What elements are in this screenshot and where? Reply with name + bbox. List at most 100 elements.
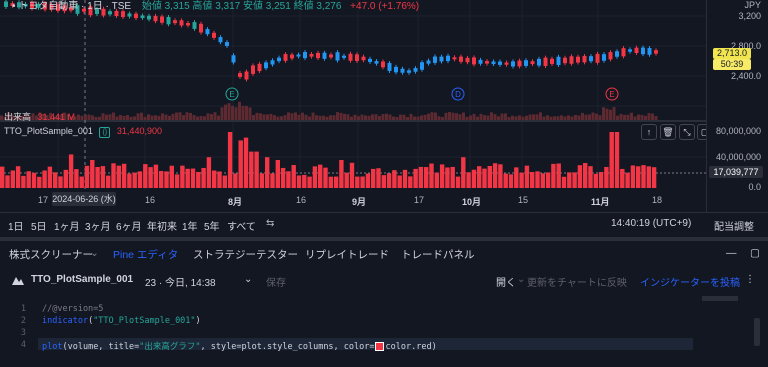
indicator-legend[interactable]: TTO_PlotSample_001 {} 31,440,900 [4, 126, 162, 138]
line-number: 3 [20, 328, 26, 338]
indicator-column [21, 175, 26, 188]
volume-bar [528, 114, 532, 120]
chart-area[interactable]: E D E • トヨタ自動車 · 1日 · TSE 始値 3,315 高値 3,31… [0, 0, 768, 212]
range-ytd[interactable]: 年初来 [147, 218, 177, 233]
volume-legend-label: 出来高 [4, 112, 32, 122]
volume-bar [290, 113, 294, 120]
minimap[interactable] [702, 296, 738, 301]
indicator-column [545, 172, 551, 188]
indicator-column [365, 173, 371, 188]
indicator-column [233, 173, 238, 188]
volume-bar [392, 116, 395, 120]
range-1m[interactable]: 1ヶ月 [54, 218, 80, 233]
plot-color: color.red [385, 342, 432, 352]
color-swatch-icon[interactable] [374, 342, 384, 351]
indicator-name: TTO_PlotSample_001 [4, 126, 93, 136]
range-6m[interactable]: 6ヶ月 [116, 218, 142, 233]
volume-bar [84, 114, 87, 120]
collapse-icon[interactable]: ⤡ [679, 124, 695, 140]
chevron-down-icon[interactable]: ⌄ [517, 274, 525, 285]
braces-icon[interactable]: {} [99, 127, 111, 138]
volume-bar [483, 115, 486, 120]
minimize-icon[interactable]: — [726, 247, 737, 259]
code-line-2[interactable]: indicator("TTO_PlotSample_001") [42, 316, 201, 326]
clock-time[interactable]: 14:40:19 (UTC+9) [611, 218, 691, 229]
chart-canvas[interactable]: EDE [0, 0, 768, 212]
move-up-icon[interactable]: ↑ [641, 124, 657, 140]
volume-bar [105, 114, 108, 120]
indicator-column [302, 174, 307, 188]
save-button[interactable]: 保存 [266, 274, 286, 289]
goto-date-icon[interactable]: ⇆ [266, 218, 274, 229]
volume-bar [238, 101, 241, 120]
volume-bar [301, 112, 304, 120]
trash-icon[interactable]: 🗑 [660, 124, 676, 140]
volume-bar [497, 116, 500, 120]
code-line-1[interactable]: //@version=5 [42, 304, 103, 314]
volume-legend[interactable]: 出来高 31.441 M [4, 110, 75, 123]
more-icon[interactable]: ⋮ [745, 274, 755, 285]
indicator-column [106, 175, 111, 188]
candle [231, 55, 236, 63]
version-info[interactable]: 23 · 今日, 14:38 [145, 274, 216, 289]
volume-bar [553, 116, 556, 120]
range-5d[interactable]: 5日 [31, 218, 47, 233]
update-chart-button[interactable]: 更新をチャートに反映 [527, 274, 627, 289]
code-editor[interactable]: 1 2 3 4 //@version=5 indicator("TTO_Plot… [0, 296, 768, 367]
code-line-4[interactable]: plot(volume, title="出来高グラフ", style=plot.… [42, 340, 437, 352]
scrollbar[interactable] [754, 318, 760, 346]
indicator-column [477, 166, 482, 188]
indicator-column [132, 172, 137, 188]
indicator-column [180, 165, 185, 188]
price-axis[interactable]: JPY 3,200 2,800.0 2,400.0 80,000,000 40,… [706, 0, 768, 212]
volume-bar [626, 114, 630, 120]
volume-bar [168, 115, 171, 120]
dividend-adjust-toggle[interactable]: 配当調整 [714, 218, 754, 233]
volume-bar [318, 115, 322, 120]
tab-pine-editor[interactable]: Pine エディタ [113, 247, 178, 262]
range-1d[interactable]: 1日 [8, 218, 24, 233]
chevron-down-icon[interactable]: ⌄ [244, 274, 252, 285]
volume-bar [98, 116, 101, 120]
indicator-column [376, 168, 381, 188]
publish-indicator-button[interactable]: インジケーターを投稿 [640, 274, 740, 289]
candle [348, 53, 353, 61]
candle [121, 11, 125, 18]
range-toolbar: 1日 5日 1ヶ月 3ヶ月 6ヶ月 年初来 1年 5年 すべて ⇆ 14:40:… [0, 212, 768, 237]
tab-trading-panel[interactable]: トレードパネル [401, 247, 475, 262]
candle [400, 68, 405, 73]
open-button[interactable]: 開く [496, 274, 516, 289]
symbol-line[interactable]: • トヨタ自動車 · 1日 · TSE [12, 1, 131, 12]
tab-strategy-tester[interactable]: ストラテジーテスター [193, 247, 298, 262]
indicator-column [614, 132, 620, 188]
tab-replay-trading[interactable]: リプレイトレード [305, 247, 389, 262]
version-comment: //@version=5 [42, 304, 104, 314]
volume-bar [385, 113, 388, 120]
indicator-column [524, 165, 530, 188]
volume-bar [476, 116, 479, 120]
range-all[interactable]: すべて [227, 218, 256, 233]
indicator-column [381, 175, 386, 188]
maximize-panel-icon[interactable]: ▢ [750, 247, 760, 259]
indicator-column [5, 175, 10, 188]
indicator-column [185, 168, 190, 188]
volume-bar [108, 114, 112, 120]
tab-stock-screener[interactable]: 株式スクリーナー [9, 247, 93, 262]
script-name[interactable]: TTO_PlotSample_001 [31, 274, 133, 285]
volume-bar [549, 116, 553, 120]
candle [634, 47, 639, 53]
indicator-column [95, 166, 100, 188]
range-5y[interactable]: 5年 [204, 218, 220, 233]
volume-bar [651, 113, 654, 120]
range-1y[interactable]: 1年 [182, 218, 198, 233]
indicator-column [47, 166, 53, 188]
indicator-column [498, 164, 503, 188]
candle [504, 62, 509, 65]
volume-bar [91, 115, 94, 120]
range-3m[interactable]: 3ヶ月 [85, 218, 111, 233]
volume-bar [129, 116, 133, 120]
chevron-down-icon[interactable]: ⌄ [90, 247, 99, 259]
volume-bar [227, 103, 231, 120]
volume-bar [360, 114, 364, 120]
candle [413, 68, 418, 72]
